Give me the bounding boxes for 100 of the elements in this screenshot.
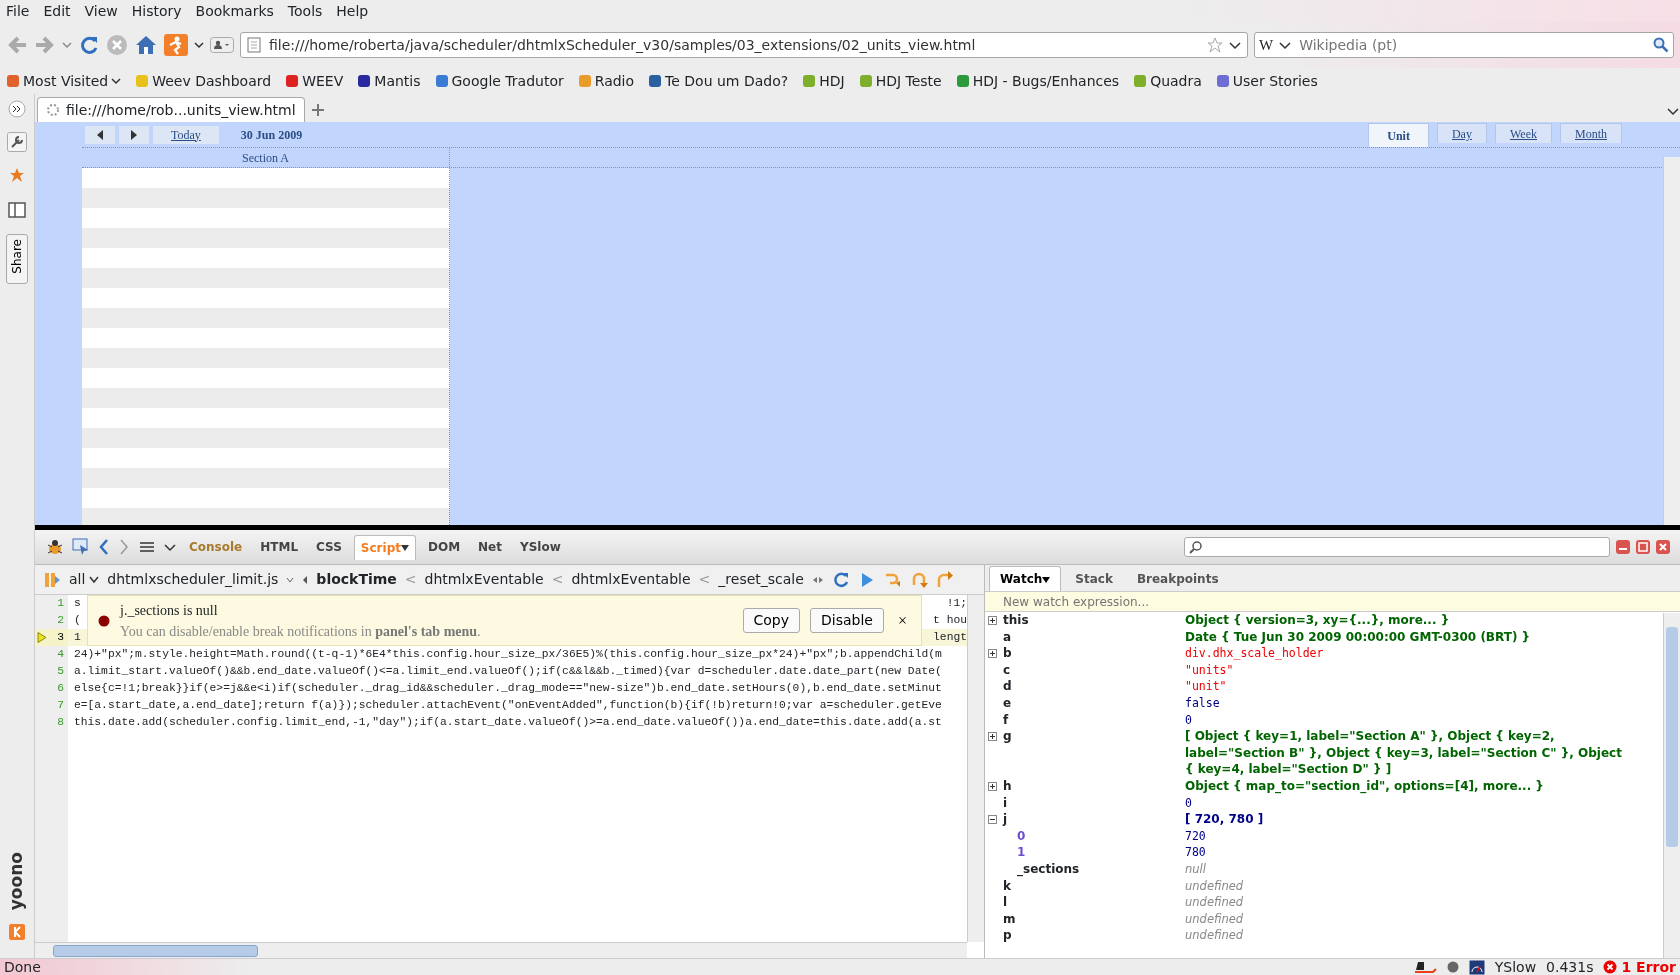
panel-tab[interactable]: CSS bbox=[310, 535, 348, 559]
menu-item[interactable]: Tools bbox=[287, 1, 323, 21]
error-count[interactable]: 1 Error bbox=[1603, 956, 1676, 975]
bookmark-link[interactable]: HDJ Teste bbox=[858, 70, 942, 92]
menu-item[interactable]: Edit bbox=[43, 1, 71, 21]
close-icon[interactable] bbox=[1656, 540, 1670, 554]
watch-value: 0 bbox=[1185, 794, 1193, 812]
rerun-icon[interactable] bbox=[831, 570, 850, 589]
detach-icon[interactable] bbox=[1636, 540, 1650, 554]
watch-value: "unit" bbox=[1185, 678, 1228, 695]
back-chevron-icon[interactable] bbox=[97, 537, 111, 557]
step-out-icon[interactable] bbox=[935, 570, 954, 589]
bookmark-link[interactable]: User Stories bbox=[1215, 70, 1318, 92]
close-button[interactable]: × bbox=[893, 608, 911, 633]
watch-value: Object { version=3, xy={...}, more... } bbox=[1185, 612, 1451, 629]
bookmark-link[interactable]: Google Tradutor bbox=[434, 70, 564, 92]
code-line: e=[a.start_date,a.end_date];return f(a)});scheduler.attachEvent("onEventAdded",function(b){if(!b)return!0;var a=scheduler.getEve bbox=[74, 698, 942, 713]
bookmark-link[interactable]: Most Visited bbox=[6, 70, 122, 92]
stack-frame-link[interactable]: dhtmlxEventable bbox=[424, 569, 544, 590]
panel-tab[interactable]: DOM bbox=[421, 535, 467, 559]
reload-icon[interactable] bbox=[78, 34, 100, 56]
code-fragment: s bbox=[74, 596, 81, 611]
watch-value: undefined bbox=[1185, 910, 1245, 928]
menu-item[interactable]: History bbox=[131, 1, 182, 21]
inspect-icon[interactable] bbox=[71, 537, 91, 557]
panel-tab[interactable]: Net bbox=[472, 535, 508, 559]
side-panel-tab[interactable]: Breakpoints bbox=[1126, 567, 1229, 591]
stack-frame-link[interactable]: _reset_scale bbox=[718, 569, 804, 590]
address-bar[interactable]: file:///home/roberta/java/scheduler/dhtmlxScheduler_v30/samples/03_extensions/02_units_view.html bbox=[240, 32, 1248, 58]
view-tab[interactable]: Unit bbox=[1368, 123, 1429, 147]
filter-dropdown[interactable]: all bbox=[69, 569, 100, 590]
bookmark-link[interactable]: Quadra bbox=[1133, 70, 1202, 92]
error-dot-icon bbox=[98, 614, 110, 627]
search-field[interactable] bbox=[1184, 537, 1610, 557]
side-panel-tab[interactable]: Watch bbox=[989, 566, 1062, 591]
forward-chevron-icon[interactable] bbox=[117, 537, 131, 557]
search-icon[interactable] bbox=[1653, 37, 1669, 53]
running-figure-icon[interactable] bbox=[164, 34, 188, 56]
today-button[interactable]: Today bbox=[153, 125, 219, 144]
expand-icon[interactable] bbox=[988, 616, 997, 625]
wrench-icon[interactable] bbox=[7, 132, 27, 152]
menu-item[interactable]: Help bbox=[336, 1, 369, 21]
browser-tab[interactable]: file:///home/rob...units_view.html bbox=[37, 97, 305, 122]
bookmark-favicon-icon bbox=[1215, 74, 1230, 88]
k-logo-icon bbox=[9, 924, 25, 940]
bookmark-link[interactable]: HDJ bbox=[802, 70, 845, 92]
panel-tab[interactable]: YSlow bbox=[514, 535, 567, 559]
search-engine-selector[interactable]: W bbox=[1259, 33, 1274, 57]
code-line: a.limit_start.valueOf()&&b.end_date.valueOf()<=a.limit_end.valueOf();if(c&&l&&b._timed){var d=scheduler.date.date_part(new Date( bbox=[74, 664, 942, 679]
status-dot-icon[interactable] bbox=[1446, 961, 1459, 973]
page-icon bbox=[247, 37, 261, 53]
collapse-icon[interactable] bbox=[988, 815, 997, 825]
watch-expression-field[interactable]: New watch expression... bbox=[985, 592, 1680, 612]
vertical-scrollbar[interactable] bbox=[1663, 157, 1680, 525]
next-button[interactable] bbox=[119, 125, 149, 144]
notification-button[interactable]: Disable bbox=[810, 608, 884, 633]
view-tab[interactable]: Month bbox=[1560, 123, 1622, 143]
bug-icon[interactable] bbox=[45, 537, 65, 557]
previous-button[interactable] bbox=[85, 125, 115, 144]
notification-button[interactable]: Copy bbox=[742, 608, 801, 633]
view-tab[interactable]: Week bbox=[1494, 123, 1552, 143]
bookmark-link[interactable]: HDJ - Bugs/Enhances bbox=[955, 70, 1120, 92]
horizontal-scrollbar[interactable] bbox=[35, 942, 967, 958]
stack-frame-link[interactable]: dhtmlxEventable bbox=[571, 569, 691, 590]
panel-icon[interactable] bbox=[7, 200, 27, 220]
bookmark-link[interactable]: Mantis bbox=[357, 70, 421, 92]
gauge-icon[interactable] bbox=[1468, 959, 1485, 975]
vertical-scrollbar[interactable] bbox=[967, 595, 984, 942]
side-panel-tab[interactable]: Stack bbox=[1065, 567, 1123, 591]
watch-value: undefined bbox=[1185, 927, 1245, 944]
vertical-scrollbar[interactable] bbox=[1663, 613, 1680, 958]
sidebar-brand-text: yoono bbox=[5, 851, 28, 910]
script-file-dropdown[interactable]: dhtmlxscheduler_limit.js bbox=[107, 569, 295, 590]
bookmark-link[interactable]: Weev Dashboard bbox=[135, 70, 272, 92]
expand-icon[interactable] bbox=[988, 781, 997, 791]
menu-item[interactable]: File bbox=[6, 1, 30, 21]
stack-frame-link[interactable]: blockTime bbox=[316, 569, 397, 590]
bookmark-star-icon[interactable] bbox=[1207, 37, 1223, 53]
bookmark-link[interactable]: Radio bbox=[577, 70, 635, 92]
bookmark-favicon-icon bbox=[955, 74, 970, 88]
yslow-label[interactable]: YSlow bbox=[1494, 956, 1537, 975]
view-tab[interactable]: Day bbox=[1436, 123, 1487, 143]
home-icon[interactable] bbox=[134, 34, 158, 56]
share-button[interactable]: Share bbox=[6, 234, 28, 285]
search-field[interactable]: W Wikipedia (pt) bbox=[1254, 32, 1674, 58]
double-chevron-icon[interactable] bbox=[8, 100, 26, 118]
person-icon[interactable] bbox=[210, 34, 234, 56]
line-number: 3 bbox=[35, 629, 68, 646]
expand-icon[interactable] bbox=[988, 732, 997, 742]
panel-tab[interactable]: HTML bbox=[254, 535, 305, 559]
left-triangle-icon[interactable] bbox=[302, 574, 309, 585]
watch-variable-name: m bbox=[1002, 910, 1017, 928]
minimize-icon[interactable] bbox=[1616, 540, 1630, 554]
menu-item[interactable]: View bbox=[84, 1, 118, 21]
scroll-arrows-icon[interactable] bbox=[811, 574, 824, 585]
bookmark-link[interactable]: Te Dou um Dado? bbox=[648, 70, 789, 92]
bookmark-link[interactable]: WEEV bbox=[285, 70, 344, 92]
bookmark-favicon-icon bbox=[802, 74, 817, 88]
expand-icon[interactable] bbox=[988, 649, 997, 659]
menu-item[interactable]: Bookmarks bbox=[195, 1, 274, 21]
